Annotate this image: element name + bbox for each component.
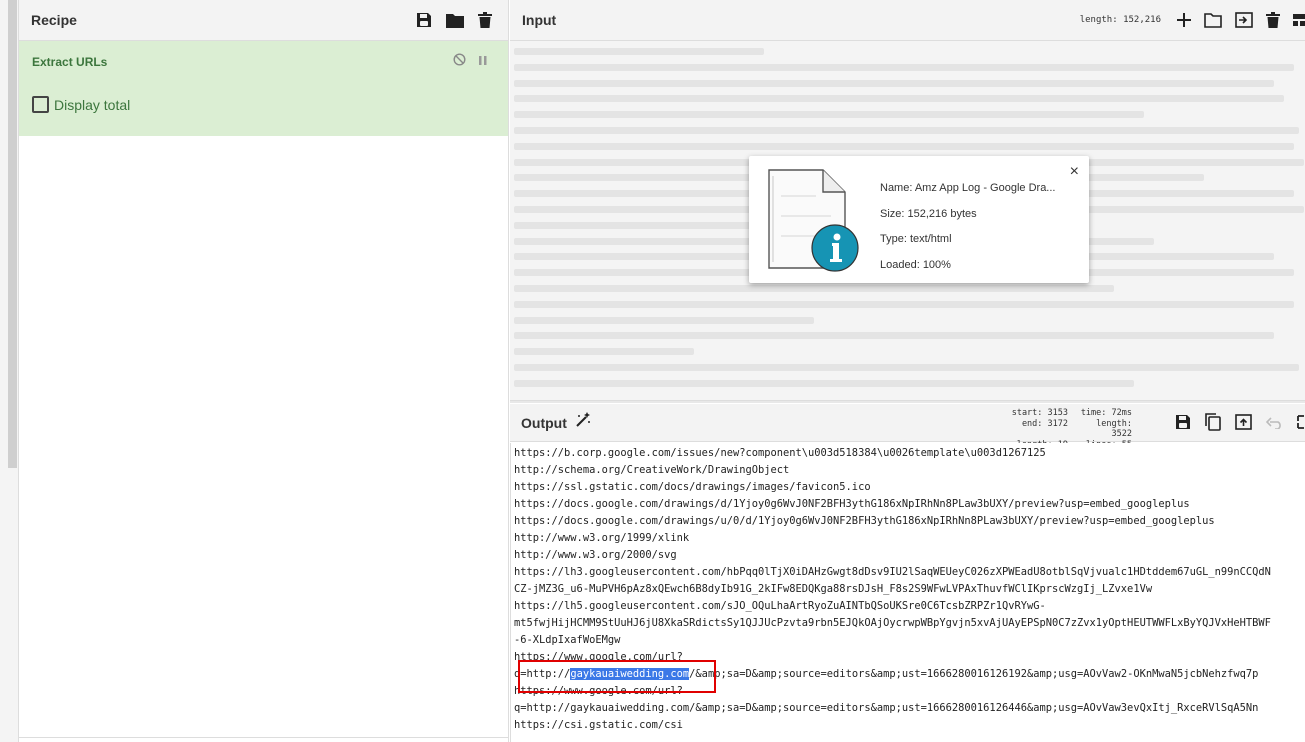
stat-time: time: 72ms — [1080, 408, 1132, 418]
display-total-checkbox[interactable] — [32, 96, 49, 113]
recipe-bottom-divider — [19, 737, 508, 738]
input-text-line — [514, 142, 1294, 150]
input-header: Input length: 152,216 — [510, 0, 1305, 41]
file-size: Size: 152,216 bytes — [880, 207, 977, 220]
input-title: Input — [522, 12, 557, 28]
input-text-line — [514, 95, 1284, 103]
open-folder-icon[interactable] — [1204, 12, 1222, 28]
output-line: https://csi.gstatic.com/csi — [514, 719, 683, 731]
file-type: Type: text/html — [880, 233, 952, 245]
left-panel-edge — [0, 0, 19, 742]
input-text-line — [514, 79, 1274, 87]
input-output-divider[interactable] — [510, 400, 1305, 403]
input-length: length: 152,216 — [1079, 15, 1161, 25]
output-line: https://ssl.gstatic.com/docs/drawings/im… — [514, 481, 871, 493]
disable-icon[interactable] — [453, 53, 466, 71]
input-text-line — [514, 63, 1294, 71]
output-line: https://docs.google.com/drawings/u/0/d/1… — [514, 515, 1215, 527]
output-line: https://b.corp.google.com/issues/new?com… — [514, 447, 1046, 459]
undo-icon[interactable] — [1265, 416, 1283, 434]
save-output-icon[interactable] — [1175, 414, 1191, 435]
input-text-line — [514, 316, 814, 324]
stat-length-total: length: 3522 — [1096, 418, 1132, 440]
input-text-line — [514, 379, 1134, 387]
magic-wand-icon[interactable] — [575, 412, 591, 433]
recipe-header: Recipe — [19, 0, 508, 41]
layout-icon[interactable] — [1293, 13, 1305, 27]
output-line: http://www.w3.org/1999/xlink — [514, 532, 690, 544]
input-text-line — [514, 127, 1299, 134]
open-file-icon[interactable] — [1235, 12, 1253, 28]
output-line: mt5fwjHijHCMM9StUuHJ6jU8XkaSRdictsSy1QJJ… — [514, 617, 1271, 629]
trash-icon[interactable] — [478, 12, 492, 28]
copy-icon[interactable] — [1205, 413, 1221, 436]
output-line: https://www.google.com/url? — [514, 651, 683, 663]
maximise-icon[interactable] — [1297, 415, 1305, 434]
selected-domain[interactable]: gaykauaiwedding.com — [570, 668, 690, 680]
output-line: https://docs.google.com/drawings/d/1Yjoy… — [514, 498, 1190, 510]
output-line: http://schema.org/CreativeWork/DrawingOb… — [514, 464, 790, 476]
input-text-line — [514, 300, 1294, 308]
file-info-icon — [761, 166, 869, 279]
add-tab-icon[interactable] — [1177, 13, 1191, 27]
input-text-line — [514, 48, 764, 55]
output-line: https://lh3.googleusercontent.com/hbPqq0… — [514, 566, 1271, 578]
operation-name: Extract URLs — [32, 55, 108, 69]
url-suffix: /&amp;sa=D&amp;source=editors&amp;ust=16… — [689, 668, 1259, 680]
input-text-line — [514, 364, 1299, 371]
output-line: q=http://gaykauaiwedding.com/&amp;sa=D&a… — [514, 702, 1259, 714]
output-line: https://lh5.googleusercontent.com/sJO_OQ… — [514, 600, 1046, 612]
file-meta: Name: Amz App Log - Google Dra... Size: … — [880, 176, 1055, 278]
display-total-label: Display total — [54, 96, 131, 113]
input-text-line — [514, 348, 694, 356]
stat-start: start: 3153 — [1011, 408, 1068, 418]
output-line: CZ-jMZ3G_u6-MuPVH6pAz8xQEwch6B8dyIb91G_2… — [514, 583, 1153, 595]
operation-extract-urls[interactable]: Extract URLs Display total — [19, 41, 508, 136]
clear-input-icon[interactable] — [1266, 12, 1280, 28]
replace-input-icon[interactable] — [1235, 414, 1252, 435]
input-text-line — [514, 285, 1114, 292]
output-line: http://www.w3.org/2000/svg — [514, 549, 677, 561]
output-textarea[interactable]: https://b.corp.google.com/issues/new?com… — [510, 443, 1305, 742]
display-total-option[interactable]: Display total — [32, 96, 130, 113]
output-header: Output start: 3153 time: 72ms end: 3172 … — [510, 404, 1305, 450]
pause-icon[interactable] — [478, 53, 488, 71]
close-icon[interactable]: × — [1070, 163, 1079, 181]
input-text-line — [514, 332, 1274, 340]
recipe-title: Recipe — [31, 12, 77, 28]
input-text-line — [514, 111, 1144, 119]
file-name: Name: Amz App Log - Google Dra... — [880, 182, 1056, 194]
save-icon[interactable] — [416, 12, 432, 28]
output-line: -6-XLdpIxafWoEMgw — [514, 634, 621, 646]
file-details-popup: × Name: Amz App Log - Google Dra... Size… — [749, 156, 1089, 283]
output-line: q=http://gaykauaiwedding.com/&amp;sa=D&a… — [511, 666, 1305, 683]
file-loaded: Loaded: 100% — [880, 258, 951, 271]
folder-icon[interactable] — [446, 13, 464, 28]
output-title: Output — [521, 414, 567, 431]
recipe-panel: Recipe Extract URLs Display total — [19, 0, 509, 742]
output-line: https://www.google.com/url? — [514, 685, 683, 697]
url-prefix: q=http:// — [514, 668, 571, 680]
stat-end: end: 3172 — [1021, 418, 1068, 429]
left-panel-scrollbar[interactable] — [8, 0, 17, 468]
